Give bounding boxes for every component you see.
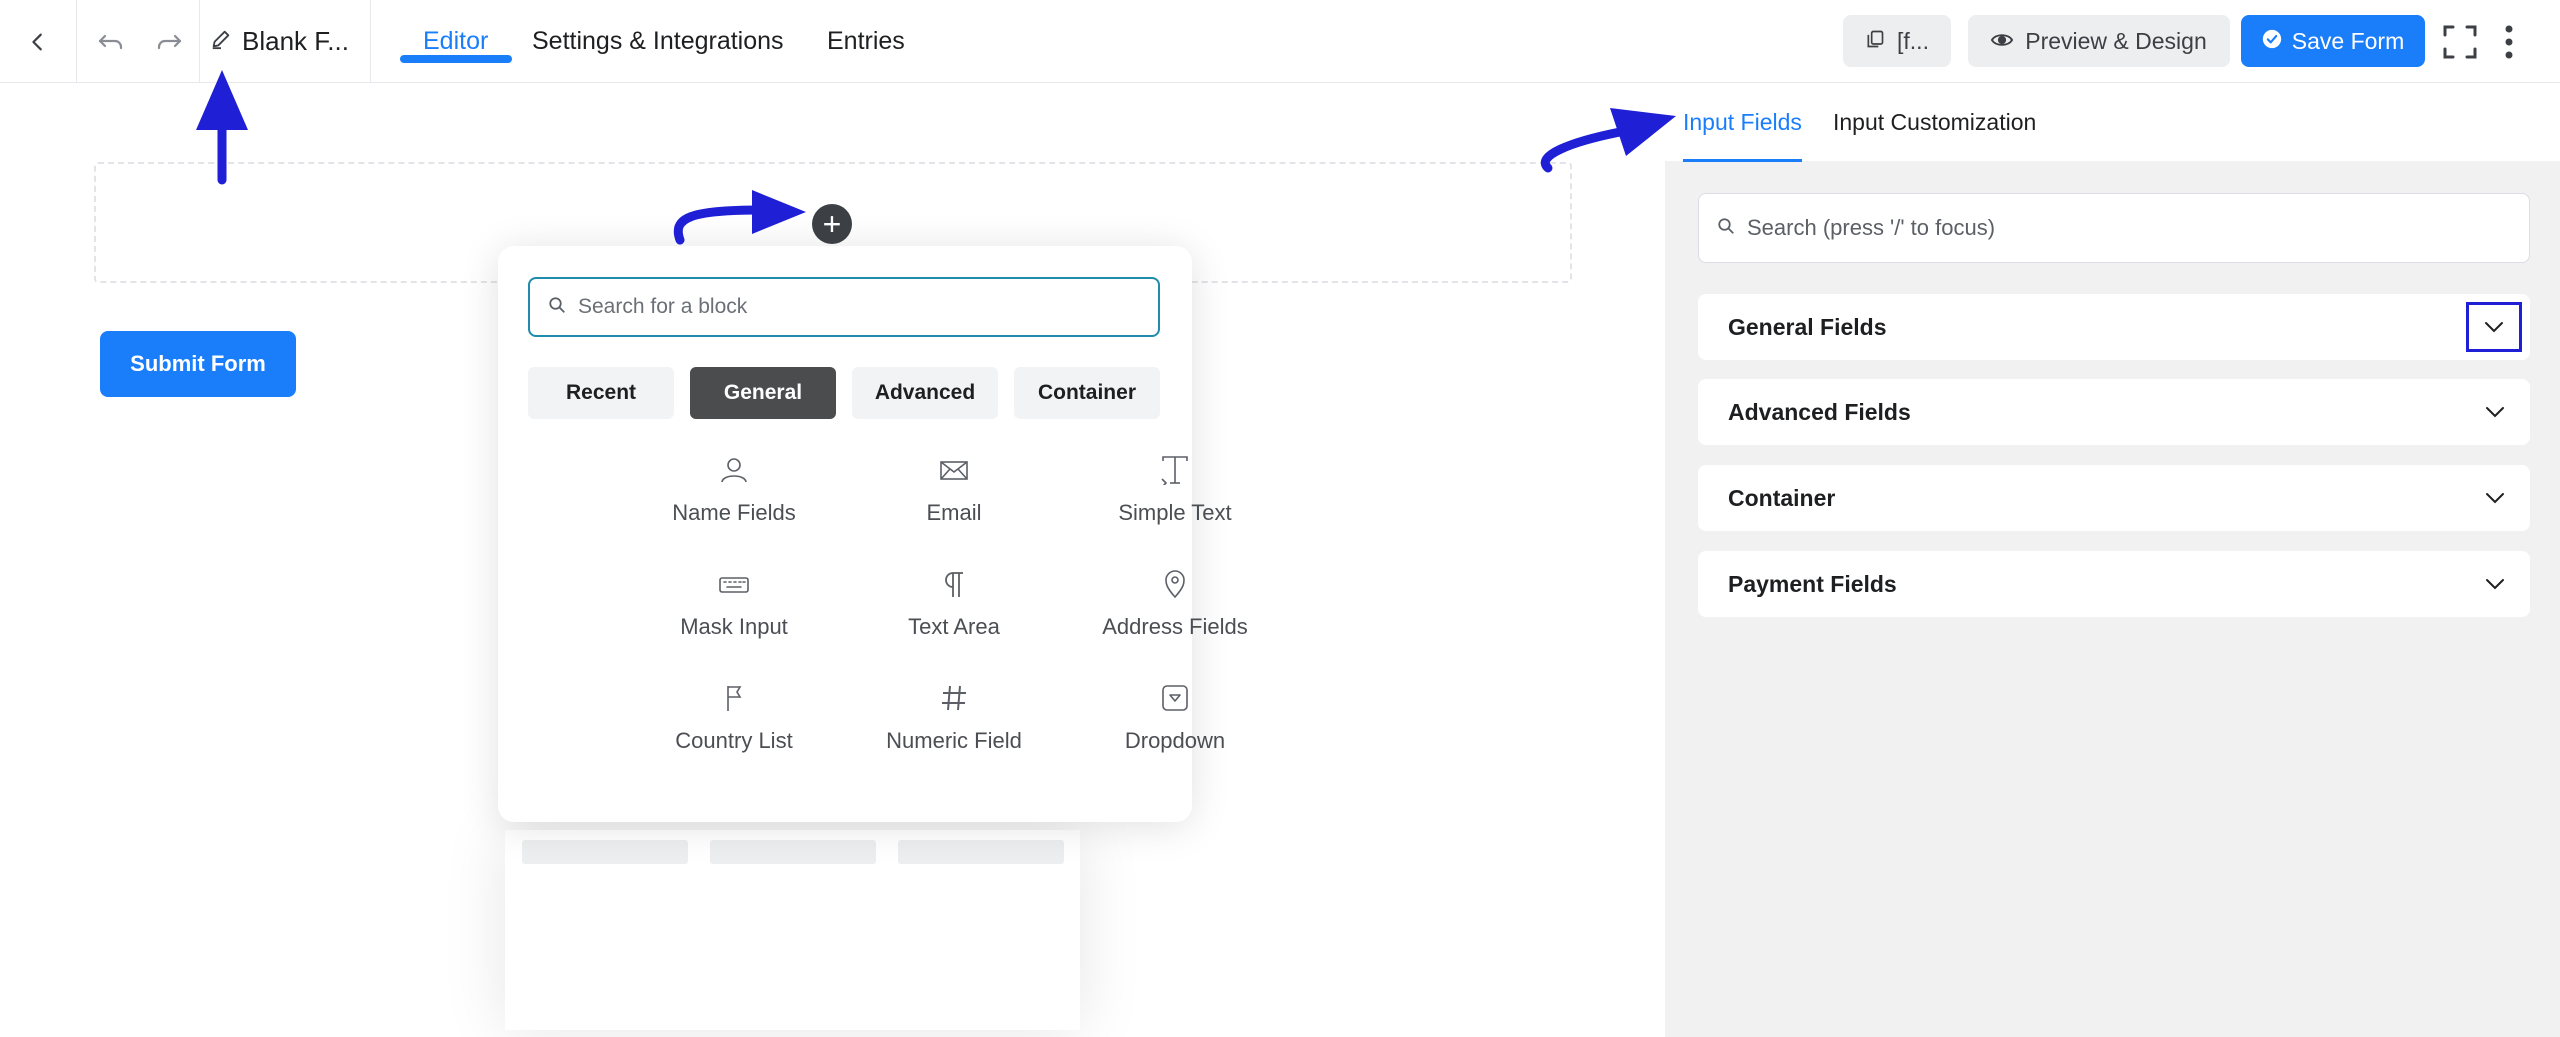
pilcrow-icon xyxy=(939,569,969,604)
shortcode-button[interactable]: [f... xyxy=(1843,15,1951,67)
block-country-list[interactable]: Country List xyxy=(624,683,844,773)
tab-input-customization[interactable]: Input Customization xyxy=(1833,83,2036,161)
fullscreen-icon[interactable] xyxy=(2440,0,2480,83)
redo-icon[interactable] xyxy=(140,0,198,83)
field-search-input[interactable] xyxy=(1747,215,2507,241)
block-label: Email xyxy=(926,500,982,525)
save-form-label: Save Form xyxy=(2291,27,2405,54)
shortcode-label: [f... xyxy=(1897,27,1929,54)
block-name-fields[interactable]: Name Fields xyxy=(624,455,844,545)
plus-icon: + xyxy=(822,206,842,242)
block-label: Dropdown xyxy=(1124,728,1226,753)
save-form-button[interactable]: Save Form xyxy=(2241,15,2425,67)
flag-icon xyxy=(719,683,749,718)
field-sidebar: Input Fields Input Customization General… xyxy=(1665,83,2560,1037)
placeholder-bar xyxy=(898,840,1064,864)
person-icon xyxy=(719,455,749,490)
category-general[interactable]: General xyxy=(690,367,836,419)
block-label: Numeric Field xyxy=(886,728,1022,753)
block-label: Simple Text xyxy=(1118,500,1232,525)
arrow-curved-annotation xyxy=(1540,108,1676,173)
block-email[interactable]: Email xyxy=(844,455,1064,545)
preview-design-label: Preview & Design xyxy=(2025,27,2207,54)
block-simple-text[interactable]: Simple Text xyxy=(1065,455,1285,545)
pencil-icon xyxy=(210,26,232,57)
tab-entries[interactable]: Entries xyxy=(827,0,905,83)
tab-settings-integrations[interactable]: Settings & Integrations xyxy=(532,0,784,83)
block-dropdown[interactable]: Dropdown xyxy=(1065,683,1285,773)
form-title[interactable]: Blank F... xyxy=(210,0,349,83)
active-tab-indicator xyxy=(400,55,512,63)
dropdown-icon xyxy=(1160,683,1190,718)
top-toolbar: Blank F... Editor Settings & Integration… xyxy=(0,0,2560,83)
preview-design-button[interactable]: Preview & Design xyxy=(1968,15,2230,67)
more-options-icon[interactable] xyxy=(2494,0,2524,83)
search-icon xyxy=(1717,217,1735,240)
field-search[interactable] xyxy=(1698,193,2530,263)
section-payment-fields[interactable]: Payment Fields xyxy=(1698,551,2530,617)
eye-icon xyxy=(1991,28,2014,55)
category-container[interactable]: Container xyxy=(1014,367,1160,419)
copy-icon xyxy=(1865,28,1885,55)
block-search-input[interactable] xyxy=(578,295,1138,319)
block-label: Mask Input xyxy=(680,614,788,639)
map-pin-icon xyxy=(1160,569,1190,604)
block-text-area[interactable]: Text Area xyxy=(844,569,1064,659)
placeholder-bar xyxy=(522,840,688,864)
chevron-down-icon[interactable] xyxy=(2466,302,2522,352)
chevron-down-icon[interactable] xyxy=(2482,485,2508,511)
section-title: Payment Fields xyxy=(1728,570,1897,597)
section-general-fields[interactable]: General Fields xyxy=(1698,294,2530,360)
block-numeric-field[interactable]: Numeric Field xyxy=(844,683,1064,773)
block-label: Text Area xyxy=(908,614,1000,639)
hash-icon xyxy=(939,683,969,718)
back-icon[interactable] xyxy=(0,0,76,83)
section-title: Container xyxy=(1728,484,1836,511)
active-tab-indicator xyxy=(1683,159,1802,162)
section-title: Advanced Fields xyxy=(1728,398,1911,425)
block-label: Address Fields xyxy=(1102,614,1248,639)
chevron-down-icon[interactable] xyxy=(2482,571,2508,597)
chevron-down-icon[interactable] xyxy=(2482,399,2508,425)
block-address-fields[interactable]: Address Fields xyxy=(1065,569,1285,659)
section-advanced-fields[interactable]: Advanced Fields xyxy=(1698,379,2530,445)
block-mask-input[interactable]: Mask Input xyxy=(624,569,844,659)
envelope-icon xyxy=(939,455,969,490)
add-block-button[interactable]: + xyxy=(812,204,852,244)
block-label: Name Fields xyxy=(672,500,796,525)
text-cursor-icon xyxy=(1160,455,1190,490)
keyboard-icon xyxy=(719,569,749,604)
category-recent[interactable]: Recent xyxy=(528,367,674,419)
block-label: Country List xyxy=(675,728,793,753)
section-title: General Fields xyxy=(1728,313,1887,340)
undo-icon[interactable] xyxy=(82,0,140,83)
submit-form-button[interactable]: Submit Form xyxy=(100,331,296,397)
search-icon xyxy=(548,296,566,319)
sidebar-tabs: Input Fields Input Customization xyxy=(1665,83,2560,162)
tab-editor[interactable]: Editor xyxy=(423,0,488,83)
tab-input-fields[interactable]: Input Fields xyxy=(1683,83,1802,161)
placeholder-bar xyxy=(710,840,876,864)
check-circle-icon xyxy=(2262,28,2282,55)
block-search-field[interactable] xyxy=(528,277,1160,337)
section-container[interactable]: Container xyxy=(1698,465,2530,531)
block-inserter-popup: Recent General Advanced Container Name F… xyxy=(498,246,1248,822)
form-title-text: Blank F... xyxy=(242,26,349,56)
category-advanced[interactable]: Advanced xyxy=(852,367,998,419)
